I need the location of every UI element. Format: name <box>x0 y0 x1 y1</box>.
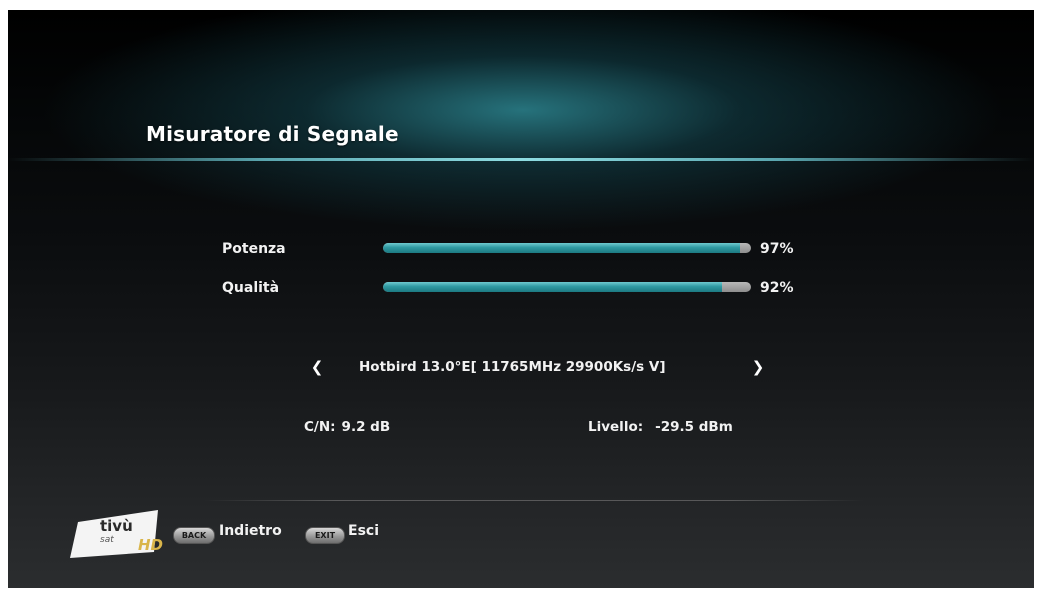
signal-meter-screen: Misuratore di Segnale Potenza 97% Qualit… <box>8 10 1034 588</box>
chevron-left-icon[interactable]: ❮ <box>308 358 326 376</box>
exit-button[interactable]: Esci <box>348 523 379 539</box>
header-divider <box>8 158 1034 161</box>
level-label: Livello: <box>588 419 644 435</box>
quality-label: Qualità <box>222 280 280 296</box>
power-bar-fill <box>383 243 740 253</box>
exit-key-icon[interactable]: EXIT <box>305 527 345 544</box>
power-label: Potenza <box>222 241 286 257</box>
cn-stat: C/N: 9.2 dB <box>304 419 390 435</box>
quality-bar-fill <box>383 282 722 292</box>
level-stat: Livello: -29.5 dBm <box>588 419 733 435</box>
quality-bar <box>383 282 751 292</box>
chevron-right-icon[interactable]: ❯ <box>749 358 767 376</box>
transponder-selector[interactable]: Hotbird 13.0°E[ 11765MHz 29900Ks/s V] <box>359 359 666 375</box>
level-value: -29.5 dBm <box>655 419 733 435</box>
quality-value: 92% <box>760 280 794 296</box>
logo-text-tivu: tivù <box>100 517 133 535</box>
power-bar <box>383 243 751 253</box>
back-button[interactable]: Indietro <box>219 523 282 539</box>
power-value: 97% <box>760 241 794 257</box>
page-title: Misuratore di Segnale <box>146 122 399 146</box>
footer-divider <box>204 500 864 501</box>
cn-label: C/N: <box>304 419 336 435</box>
logo-text-sat: sat <box>100 535 114 545</box>
cn-value: 9.2 dB <box>341 419 391 435</box>
back-key-icon[interactable]: BACK <box>173 527 215 544</box>
tivusat-hd-logo: tivù sat HD <box>70 510 163 558</box>
logo-text-hd: HD <box>138 536 163 554</box>
